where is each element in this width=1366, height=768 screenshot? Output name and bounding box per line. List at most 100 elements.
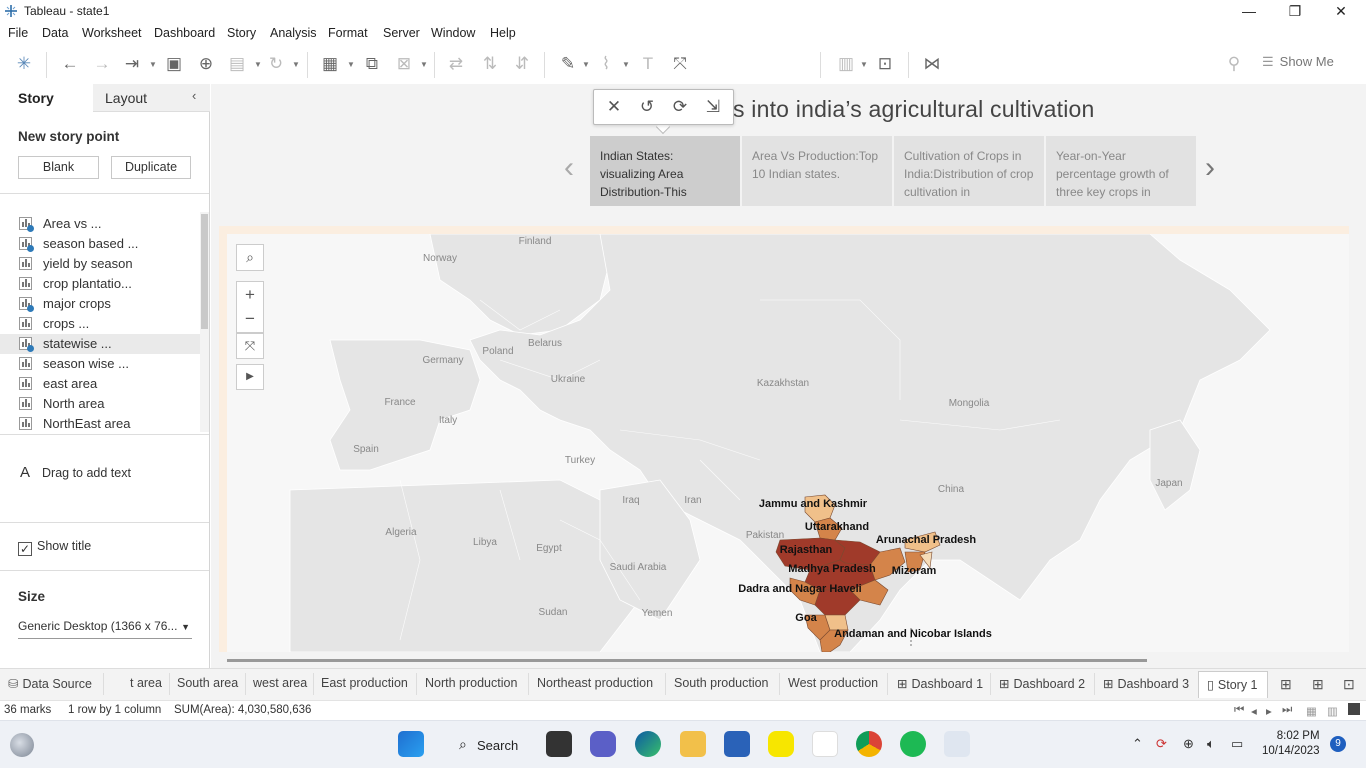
- menu-help[interactable]: Help: [490, 26, 516, 40]
- sheet-tab[interactable]: west area: [253, 676, 307, 696]
- clear-sheet-icon[interactable]: ⊠: [392, 53, 416, 75]
- spotify-icon[interactable]: [900, 731, 926, 757]
- sort-ascending-icon[interactable]: ⇅: [478, 53, 502, 75]
- replace-data-source-icon[interactable]: ⇥: [120, 53, 144, 75]
- sort-descending-icon[interactable]: ⇵: [510, 53, 534, 75]
- first-page-icon[interactable]: ⏮: [1234, 704, 1244, 717]
- story-point-4[interactable]: Year-on-Year percentage growth of three …: [1046, 136, 1196, 206]
- horizontal-scrollbar[interactable]: [227, 659, 1147, 662]
- sheet-item[interactable]: yield by season: [0, 254, 200, 274]
- show-title-checkbox[interactable]: ✓ Show title: [18, 539, 91, 556]
- previous-story-point-icon[interactable]: ‹: [564, 153, 574, 183]
- menu-data[interactable]: Data: [42, 26, 68, 40]
- minimize-button[interactable]: —: [1226, 0, 1272, 22]
- story-point-1[interactable]: Indian States: visualizing Area Distribu…: [590, 136, 740, 206]
- menu-server[interactable]: Server: [383, 26, 420, 40]
- notification-badge[interactable]: 9: [1330, 736, 1346, 752]
- sheet-item[interactable]: crops ...: [0, 314, 200, 334]
- blank-button[interactable]: Blank: [18, 156, 99, 179]
- redo-icon[interactable]: →: [90, 53, 114, 75]
- sheet-list-scroll-thumb[interactable]: [201, 214, 208, 329]
- new-worksheet-tab-icon[interactable]: ⊞: [1280, 676, 1292, 696]
- weather-icon[interactable]: [10, 733, 34, 757]
- save-as-new-icon[interactable]: ⇲: [702, 96, 724, 118]
- map-view[interactable]: Finland Norway Poland Belarus Germany Uk…: [227, 234, 1349, 652]
- show-filmstrip-icon[interactable]: ▥: [1327, 704, 1338, 718]
- sheet-item[interactable]: east area: [0, 374, 200, 394]
- story-title[interactable]: s into india’s agricultural cultivation: [733, 96, 1095, 123]
- save-icon[interactable]: ▣: [162, 53, 186, 75]
- group-members-icon[interactable]: ⌇: [594, 53, 618, 75]
- menu-window[interactable]: Window: [431, 26, 475, 40]
- story-point-2[interactable]: Area Vs Production:Top 10 Indian states.: [742, 136, 892, 206]
- next-page-icon[interactable]: ▸: [1266, 704, 1272, 718]
- sheet-tab-story-active[interactable]: ▯ Story 1: [1198, 671, 1268, 698]
- sheet-tab[interactable]: East production: [321, 676, 408, 696]
- restore-button[interactable]: ❐: [1272, 0, 1318, 22]
- sheet-tab-dashboard[interactable]: ⊞ Dashboard 1: [897, 676, 983, 696]
- menu-format[interactable]: Format: [328, 26, 368, 40]
- close-button[interactable]: ✕: [1318, 0, 1364, 22]
- taskbar-clock[interactable]: 8:02 PM 10/14/2023: [1262, 729, 1320, 759]
- duplicate-button[interactable]: Duplicate: [111, 156, 191, 179]
- tableau-taskbar-icon[interactable]: [944, 731, 970, 757]
- presentation-mode-icon[interactable]: ⊡: [873, 53, 897, 75]
- sheet-tab-dashboard[interactable]: ⊞ Dashboard 2: [999, 676, 1085, 696]
- share-icon[interactable]: ⋈: [920, 53, 944, 75]
- delete-story-point-icon[interactable]: ✕: [603, 96, 625, 118]
- last-page-icon[interactable]: ⏭: [1282, 704, 1292, 717]
- microsoft-store-icon[interactable]: [724, 731, 750, 757]
- next-story-point-icon[interactable]: ›: [1205, 153, 1215, 183]
- taskbar-search[interactable]: ⌕ Search: [449, 731, 532, 759]
- sheet-tab[interactable]: South area: [177, 676, 238, 696]
- menu-file[interactable]: File: [8, 26, 28, 40]
- tab-story[interactable]: Story: [0, 84, 93, 112]
- sheet-item[interactable]: major crops: [0, 294, 200, 314]
- menu-analysis[interactable]: Analysis: [270, 26, 317, 40]
- map-search-icon[interactable]: ⌕: [236, 244, 264, 271]
- sheet-tab[interactable]: t area: [130, 676, 162, 696]
- battery-icon[interactable]: ▭: [1231, 736, 1243, 752]
- new-data-source-icon[interactable]: ⊕: [194, 53, 218, 75]
- previous-page-icon[interactable]: ◂: [1251, 704, 1257, 718]
- file-explorer-icon[interactable]: [680, 731, 706, 757]
- tab-data-source[interactable]: ⛁ Data Source: [8, 676, 92, 696]
- sheet-item[interactable]: crop plantatio...: [0, 274, 200, 294]
- reset-map-icon[interactable]: ⤧: [236, 333, 264, 359]
- sheet-item[interactable]: NorthEast area: [0, 414, 200, 434]
- new-dashboard-tab-icon[interactable]: ⊞: [1312, 676, 1324, 696]
- security-icon[interactable]: ⟳: [1156, 736, 1167, 752]
- teams-icon[interactable]: [590, 731, 616, 757]
- miro-icon[interactable]: [812, 731, 838, 757]
- menu-worksheet[interactable]: Worksheet: [82, 26, 142, 40]
- sheet-tab[interactable]: West production: [788, 676, 878, 696]
- extract-icon[interactable]: ▤: [225, 53, 249, 75]
- zoom-in-icon[interactable]: +: [237, 282, 263, 308]
- menu-story[interactable]: Story: [227, 26, 256, 40]
- menu-dashboard[interactable]: Dashboard: [154, 26, 215, 40]
- sheet-item[interactable]: North area: [0, 394, 200, 414]
- highlight-icon[interactable]: ✎: [556, 53, 580, 75]
- sheet-tab-dashboard[interactable]: ⊞ Dashboard 3: [1103, 676, 1189, 696]
- sheet-item[interactable]: season based ...: [0, 234, 200, 254]
- sheet-item[interactable]: Area vs ...: [0, 214, 200, 234]
- new-worksheet-icon[interactable]: ▦: [318, 53, 342, 75]
- refresh-icon[interactable]: ↻: [264, 53, 288, 75]
- volume-icon[interactable]: 🔈︎: [1207, 736, 1215, 752]
- fix-axes-icon[interactable]: ⤧: [668, 53, 692, 75]
- sheet-tab[interactable]: North production: [425, 676, 517, 696]
- tray-overflow-icon[interactable]: ⌃: [1132, 736, 1143, 752]
- edge-icon[interactable]: [635, 731, 661, 757]
- update-story-point-icon[interactable]: ⟳: [669, 96, 691, 118]
- size-dropdown[interactable]: Generic Desktop (1366 x 76... ▼: [18, 619, 192, 639]
- show-sheet-sorter-icon[interactable]: ▦: [1306, 704, 1317, 718]
- duplicate-sheet-icon[interactable]: ⧉: [360, 53, 384, 75]
- sheet-item-selected[interactable]: statewise ...: [0, 334, 200, 354]
- sheet-item[interactable]: season wise ...: [0, 354, 200, 374]
- show-cards-icon[interactable]: ▥: [834, 53, 858, 75]
- new-story-tab-icon[interactable]: ⊡: [1343, 676, 1355, 696]
- story-point-3[interactable]: Cultivation of Crops in India:Distributi…: [894, 136, 1044, 206]
- drag-to-add-text[interactable]: A Drag to add text: [20, 464, 131, 481]
- format-painter-icon[interactable]: ⚲: [1222, 53, 1246, 75]
- chrome-icon[interactable]: [856, 731, 882, 757]
